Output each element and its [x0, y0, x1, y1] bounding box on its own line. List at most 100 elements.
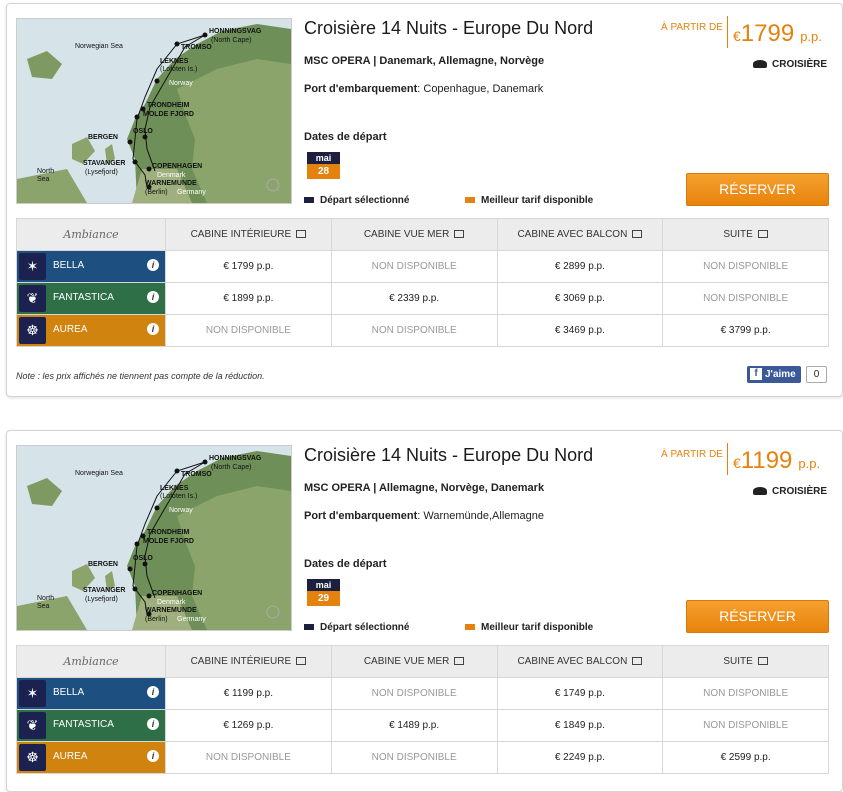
price-amount: 1799 — [740, 20, 795, 47]
route-map[interactable]: Norwegian Sea HONNINGSVAG (North Cape) T… — [16, 445, 292, 631]
category-name: AUREA — [53, 324, 88, 335]
price-cell[interactable]: € 1199 p.p. — [165, 677, 332, 710]
info-icon[interactable]: i — [147, 323, 159, 335]
map-label: (Lysefjord) — [85, 596, 118, 603]
price-cell: NON DISPONIBLE — [662, 709, 829, 742]
map-label: Sea — [37, 176, 50, 183]
legend-swatch — [304, 624, 314, 631]
camera-icon[interactable] — [296, 657, 307, 666]
cruise-card-2: Norwegian Sea HONNINGSVAG (North Cape) T… — [6, 430, 843, 792]
departure-date-badge[interactable]: mai 28 — [307, 152, 340, 179]
category-name: BELLA — [53, 260, 85, 271]
price-cell[interactable]: € 1749 p.p. — [496, 677, 664, 710]
map-label: Norwegian Sea — [75, 43, 123, 50]
price-cell[interactable]: € 2599 p.p. — [662, 741, 829, 774]
price-cell[interactable]: € 3469 p.p. — [496, 314, 664, 347]
cabin-price-table: Ambiance CABINE INTÉRIEURE CABINE VUE ME… — [16, 218, 829, 347]
category-fantastica[interactable]: ❦ FANTASTICA i — [16, 282, 166, 315]
legend-swatch — [465, 624, 475, 631]
reserve-button[interactable]: RÉSERVER — [686, 600, 829, 633]
info-icon[interactable]: i — [147, 259, 159, 271]
meditation-icon: ☸ — [19, 317, 46, 344]
price-cell: NON DISPONIBLE — [165, 741, 332, 774]
departure-date-badge[interactable]: mai 29 — [307, 579, 340, 606]
header-suite: SUITE — [662, 218, 829, 251]
header-suite: SUITE — [662, 645, 829, 678]
price-cell[interactable]: € 3799 p.p. — [662, 314, 829, 347]
like-label: J'aime — [765, 369, 796, 380]
map-label: LEKNES — [160, 58, 189, 65]
ship-icon — [753, 60, 767, 69]
port-label: Port d'embarquement — [304, 83, 418, 95]
map-label: Norway — [169, 507, 193, 514]
category-name: AUREA — [53, 751, 88, 762]
camera-icon[interactable] — [757, 230, 768, 239]
price-cell: NON DISPONIBLE — [330, 741, 498, 774]
reserve-button[interactable]: RÉSERVER — [686, 173, 829, 206]
price-cell[interactable]: € 2339 p.p. — [330, 282, 498, 315]
embarkation-port: Port d'embarquement: Copenhague, Danemar… — [304, 83, 544, 95]
map-label: LEKNES — [160, 485, 189, 492]
header-text: CABINE VUE MER — [363, 656, 450, 667]
route-map[interactable]: Norwegian Sea HONNINGSVAG (North Cape) T… — [16, 18, 292, 204]
table-row: ❦ FANTASTICA i € 1899 p.p. € 2339 p.p. € 3… — [16, 282, 829, 315]
camera-icon[interactable] — [632, 230, 643, 239]
price-cell[interactable]: € 1849 p.p. — [496, 709, 664, 742]
category-name: FANTASTICA — [53, 292, 114, 303]
map-label: (Lofoten Is.) — [160, 493, 197, 500]
legend-selected: Départ sélectionné — [304, 622, 409, 633]
date-day: 28 — [307, 164, 340, 179]
camera-icon[interactable] — [757, 657, 768, 666]
info-icon[interactable]: i — [147, 750, 159, 762]
price-amount: 1199 — [740, 447, 793, 474]
info-icon[interactable]: i — [147, 686, 159, 698]
map-label: Germany — [177, 616, 206, 623]
tree-icon: ❦ — [19, 285, 46, 312]
price-cell[interactable]: € 2899 p.p. — [496, 250, 664, 283]
category-bella[interactable]: ✶ BELLA i — [16, 677, 166, 710]
table-row: ❦ FANTASTICA i € 1269 p.p. € 1489 p.p. € 1… — [16, 709, 829, 742]
header-balcony: CABINE AVEC BALCON — [496, 645, 664, 678]
price-cell: NON DISPONIBLE — [330, 677, 498, 710]
table-row: ☸ AUREA i NON DISPONIBLE NON DISPONIBLE € … — [16, 741, 829, 774]
header-text: SUITE — [723, 229, 753, 240]
header-interior: CABINE INTÉRIEURE — [165, 645, 332, 678]
cruise-title[interactable]: Croisière 14 Nuits - Europe Du Nord — [304, 445, 593, 466]
price-cell[interactable]: € 1799 p.p. — [165, 250, 332, 283]
category-aurea[interactable]: ☸ AUREA i — [16, 314, 166, 347]
camera-icon[interactable] — [632, 657, 643, 666]
category-aurea[interactable]: ☸ AUREA i — [16, 741, 166, 774]
category-bella[interactable]: ✶ BELLA i — [16, 250, 166, 283]
camera-icon[interactable] — [454, 657, 465, 666]
camera-icon[interactable] — [296, 230, 307, 239]
map-label: (North Cape) — [211, 37, 251, 44]
map-label: North — [37, 168, 54, 175]
price-cell[interactable]: € 1269 p.p. — [165, 709, 332, 742]
map-label: BERGEN — [88, 561, 118, 568]
category-fantastica[interactable]: ❦ FANTASTICA i — [16, 709, 166, 742]
camera-icon[interactable] — [454, 230, 465, 239]
map-label: (North Cape) — [211, 464, 251, 471]
cruise-title[interactable]: Croisière 14 Nuits - Europe Du Nord — [304, 18, 593, 39]
tree-icon: ❦ — [19, 712, 46, 739]
price-cell: NON DISPONIBLE — [662, 250, 829, 283]
map-label: STAVANGER — [83, 160, 125, 167]
table-row: ✶ BELLA i € 1199 p.p. NON DISPONIBLE € 174… — [16, 677, 829, 710]
price-cell[interactable]: € 1489 p.p. — [330, 709, 498, 742]
price-cell[interactable]: € 2249 p.p. — [496, 741, 664, 774]
header-text: CABINE VUE MER — [363, 229, 450, 240]
map-label: North — [37, 595, 54, 602]
port-value: Copenhague, Danemark — [423, 83, 544, 95]
map-label: OSLO — [133, 555, 153, 562]
header-text: SUITE — [723, 656, 753, 667]
legend-swatch — [304, 197, 314, 204]
price-cell[interactable]: € 1899 p.p. — [165, 282, 332, 315]
price-cell[interactable]: € 3069 p.p. — [496, 282, 664, 315]
header-interior: CABINE INTÉRIEURE — [165, 218, 332, 251]
cruise-card-1: Norwegian Sea HONNINGSVAG (North Cape) T… — [6, 3, 843, 397]
info-icon[interactable]: i — [147, 291, 159, 303]
map-label: Germany — [177, 189, 206, 196]
facebook-like-button[interactable]: f J'aime — [747, 366, 801, 383]
category-name: FANTASTICA — [53, 719, 114, 730]
info-icon[interactable]: i — [147, 718, 159, 730]
